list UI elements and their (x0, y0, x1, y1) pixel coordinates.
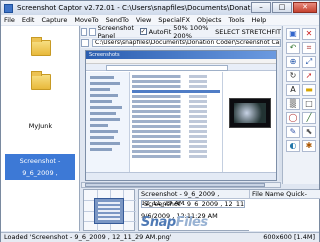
scrollbar-thumb[interactable] (85, 183, 265, 187)
screenshot-preview[interactable]: Screenshots (85, 50, 277, 181)
folder-icon[interactable] (31, 37, 51, 56)
info-title: Screenshot - 9_6_2009 , 12_11_29 AM (141, 190, 220, 207)
menu-bar: File Edit Capture MoveTo SendTo View Spe… (1, 15, 319, 25)
stretchfit-button[interactable]: STRETCHFIT (242, 28, 281, 36)
watermark-snap: Snap (141, 215, 176, 230)
thumbnail-label-line2: 12_11_29 AM.png (11, 181, 69, 189)
shape-icon[interactable]: ◯ (286, 112, 300, 124)
undo-icon[interactable]: ↶ (286, 42, 300, 54)
line-icon[interactable]: ╱ (302, 112, 316, 124)
window-title: Screenshot Captor v2.72.01 - C:\Users\sn… (17, 4, 265, 12)
highlight-icon[interactable]: ▬ (302, 84, 316, 96)
close-icon[interactable]: ✕ (302, 28, 316, 40)
selected-thumbnail[interactable]: Screenshot - 9_6_2009 , 12_11_29 AM.png (5, 154, 75, 189)
menu-capture[interactable]: Capture (41, 15, 67, 25)
text-icon[interactable]: A (286, 84, 300, 96)
title-bar: Screenshot Captor v2.72.01 - C:\Users\sn… (1, 1, 319, 15)
captured-folder-tree (86, 72, 130, 172)
autofit-label: AutoFit (148, 27, 172, 36)
pointer-icon[interactable]: ⬉ (302, 126, 316, 138)
pen-icon[interactable]: ✎ (286, 126, 300, 138)
captured-file-list (132, 72, 220, 172)
menu-tools[interactable]: Tools (228, 15, 244, 25)
menu-file[interactable]: File (4, 15, 15, 25)
folder-label[interactable]: MyJunk (1, 122, 80, 130)
save-icon[interactable]: ▣ (286, 28, 300, 40)
zoom-icon[interactable]: ⊕ (286, 56, 300, 68)
captured-address-bar (86, 64, 276, 71)
captured-window-titlebar: Screenshots (86, 51, 276, 59)
address-row: C:\Users\snapfiles\Documents\Donation Co… (81, 38, 281, 48)
panel-icon[interactable] (89, 27, 96, 36)
crop-icon[interactable]: ⌗ (302, 42, 316, 54)
autofit-checkbox[interactable]: ✓ (139, 28, 147, 35)
captured-preview-image (229, 98, 271, 128)
status-message: Loaded 'Screenshot - 9_6_2009 , 12_11_29… (4, 233, 172, 241)
navigator-thumbnail[interactable] (83, 189, 136, 232)
captured-window-title: Screenshots (89, 52, 120, 58)
select-button[interactable]: SELECT (215, 28, 239, 36)
back-icon[interactable] (81, 39, 89, 47)
image-toolbar: Screenshot Panel ✓ AutoFit 50% 100% 200%… (81, 24, 281, 40)
menu-moveto[interactable]: MoveTo (74, 15, 98, 25)
panel-toggle-icon[interactable] (81, 27, 88, 36)
thumbnail-label-line1: Screenshot - 9_6_2009 , (19, 157, 61, 177)
color-icon[interactable]: ◐ (286, 140, 300, 152)
blur-icon[interactable]: ▒ (286, 98, 300, 110)
captured-preview-pane (222, 72, 276, 172)
border-icon[interactable]: □ (302, 98, 316, 110)
rotate-icon[interactable]: ↻ (286, 70, 300, 82)
address-bar[interactable]: C:\Users\snapfiles\Documents\Donation Co… (92, 39, 281, 47)
navigator-image (94, 198, 124, 224)
menu-edit[interactable]: Edit (22, 15, 35, 25)
arrow-icon[interactable]: ➚ (302, 70, 316, 82)
app-icon (4, 3, 13, 13)
file-browser-panel[interactable]: MyJunk Screenshot - 9_6_2009 , 12_11_29 … (1, 26, 80, 231)
folder-icon[interactable] (31, 71, 51, 90)
close-button[interactable]: ✕ (293, 2, 317, 13)
watermark-logo: SnapFiles (141, 215, 208, 230)
captured-status-bar (86, 172, 276, 180)
status-bar: Loaded 'Screenshot - 9_6_2009 , 12_11_29… (1, 232, 319, 242)
quickfield-area[interactable] (249, 199, 319, 231)
horizontal-scrollbar[interactable] (81, 182, 281, 188)
filename-field[interactable]: Screenshot - 9_6_2009 , 12_11_29 AM (141, 200, 245, 208)
right-toolbar: ▣ ✕ ↶ ⌗ ⊕ ⤢ ↻ ➚ A ▬ ▒ □ ◯ ╱ ✎ ⬉ ◐ ✱ (282, 26, 319, 184)
watermark-files: Files (175, 215, 208, 230)
resize-icon[interactable]: ⤢ (302, 56, 316, 68)
stamp-icon[interactable]: ✱ (302, 140, 316, 152)
menu-help[interactable]: Help (251, 15, 266, 25)
image-size: 600x600 [1.4M] (263, 233, 315, 241)
minimize-button[interactable]: – (251, 2, 271, 13)
menu-view[interactable]: View (136, 15, 151, 25)
app-window: Screenshot Captor v2.72.01 - C:\Users\sn… (0, 0, 320, 242)
quickfield-label: File Name Quick-Field (249, 190, 318, 207)
window-controls: – □ ✕ (251, 2, 317, 13)
maximize-button[interactable]: □ (272, 2, 292, 13)
info-header: Screenshot - 9_6_2009 , 12_11_29 AM File… (139, 190, 320, 207)
